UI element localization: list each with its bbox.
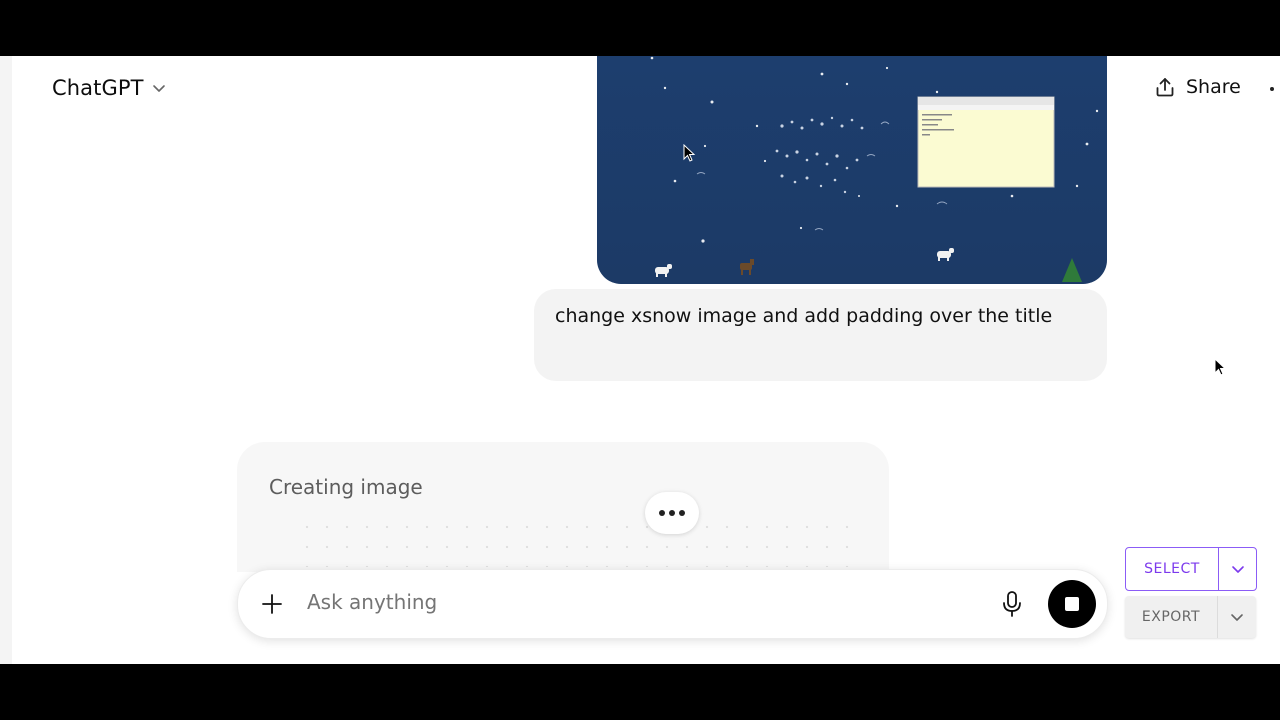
message-composer: [237, 569, 1108, 639]
chat-app: ChatGPT Share change xsnow image and add…: [0, 56, 1280, 664]
chevron-down-icon: [1231, 566, 1244, 573]
cursor-icon: [1214, 358, 1227, 376]
ask-input[interactable]: [307, 590, 907, 614]
plus-icon[interactable]: [260, 592, 284, 616]
select-control: SELECT: [1125, 547, 1257, 591]
microphone-icon[interactable]: [1000, 590, 1024, 618]
share-label: Share: [1186, 76, 1241, 98]
more-options-icon[interactable]: [1270, 87, 1274, 91]
ellipsis-icon[interactable]: [645, 492, 699, 534]
user-message-bubble: change xsnow image and add padding over …: [534, 289, 1107, 381]
image-placeholder-grid: [297, 517, 857, 567]
share-icon: [1156, 78, 1174, 97]
select-dropdown-button[interactable]: [1219, 548, 1256, 590]
cursor-icon: [683, 144, 696, 162]
creating-image-status: Creating image: [269, 475, 423, 499]
user-message-text: change xsnow image and add padding over …: [555, 305, 1053, 327]
export-button[interactable]: EXPORT: [1125, 596, 1217, 638]
xsnow-screenshot: [650, 56, 1099, 282]
image-generation-card: Creating image: [237, 442, 889, 572]
uploaded-image[interactable]: [597, 56, 1107, 284]
share-button[interactable]: Share: [1154, 76, 1241, 98]
chevron-down-icon: [152, 85, 165, 92]
stop-button[interactable]: [1048, 580, 1096, 628]
stop-icon: [1065, 597, 1079, 611]
select-button[interactable]: SELECT: [1126, 548, 1218, 590]
sidebar-edge: [0, 56, 12, 664]
chevron-down-icon: [1231, 614, 1243, 621]
model-selector[interactable]: ChatGPT: [52, 76, 166, 100]
app-title: ChatGPT: [52, 76, 144, 100]
export-dropdown-button[interactable]: [1218, 596, 1256, 638]
export-control: EXPORT: [1125, 596, 1256, 638]
